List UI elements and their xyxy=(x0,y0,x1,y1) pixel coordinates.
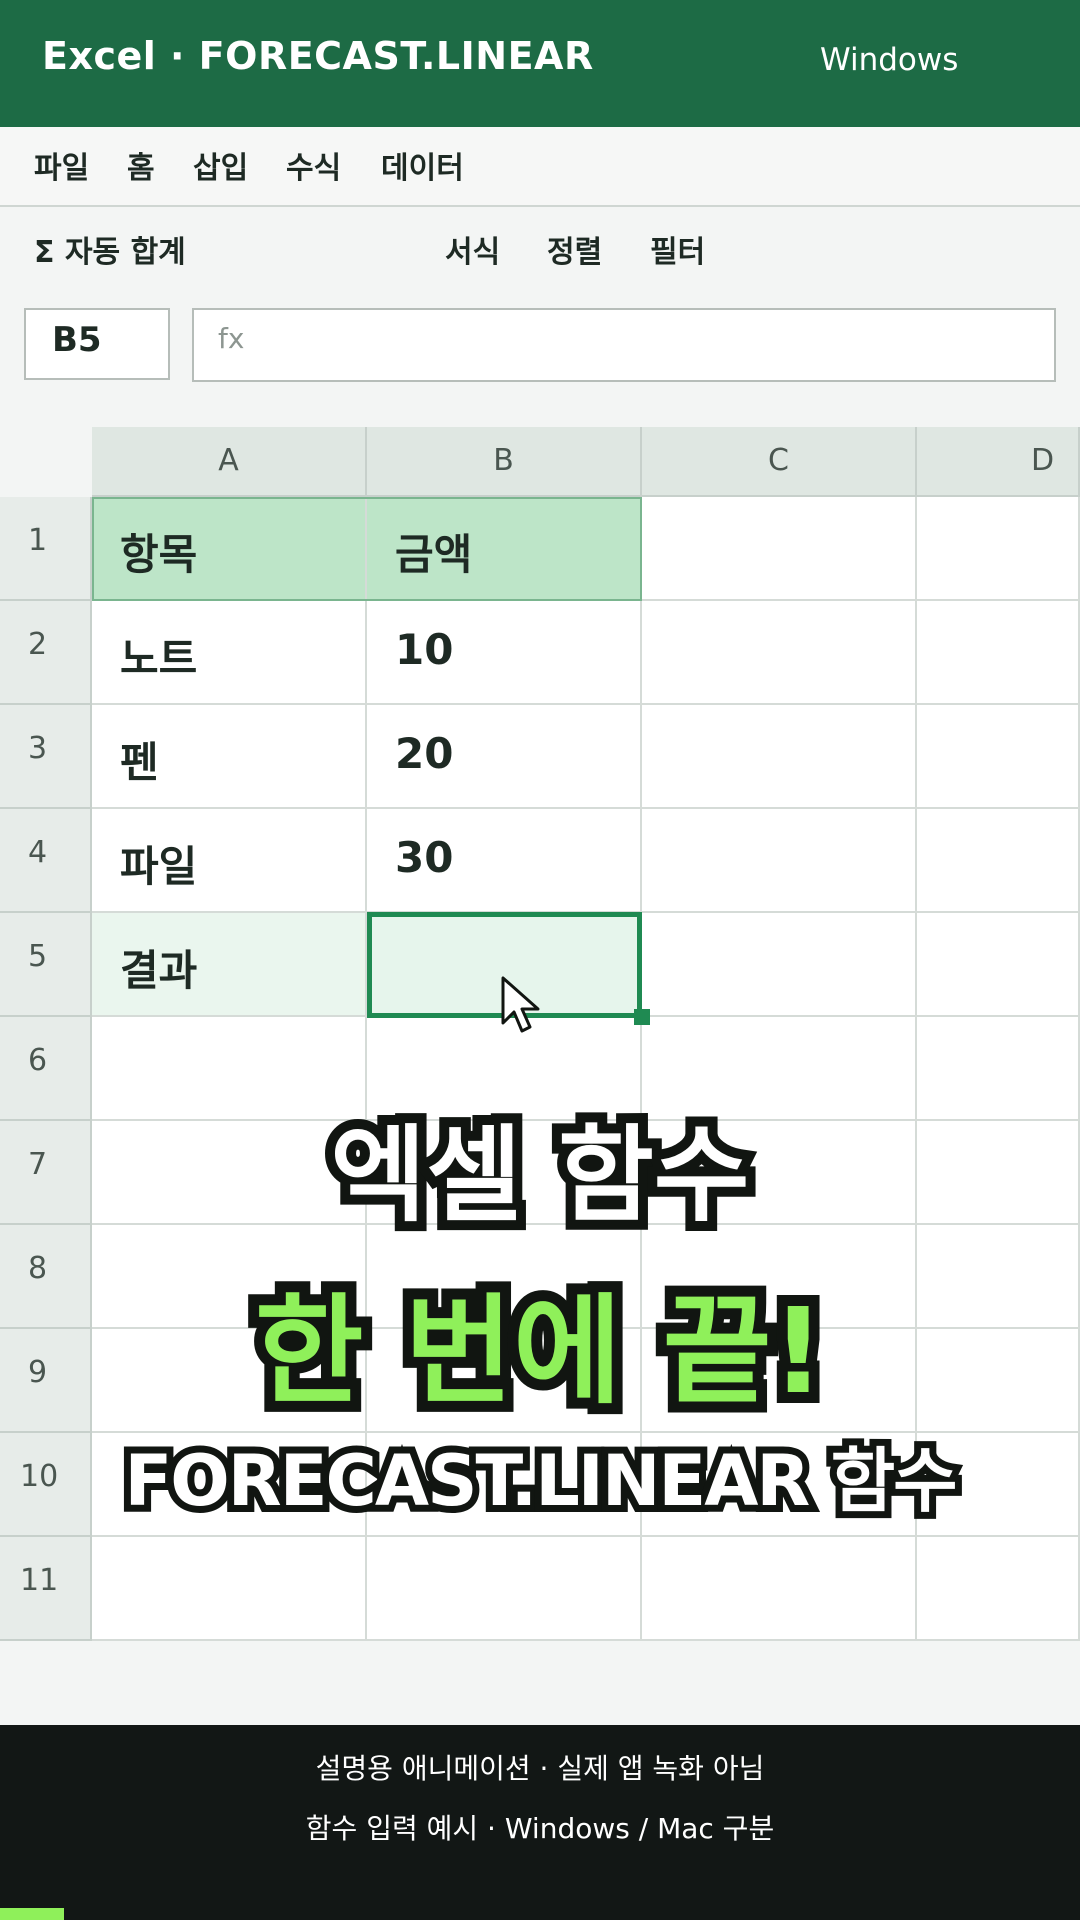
column-header-c[interactable]: C xyxy=(642,427,917,497)
menu-item-data[interactable]: 데이터 xyxy=(381,143,464,187)
cell-d3[interactable] xyxy=(917,705,1080,809)
cell-a5[interactable]: 결과 xyxy=(92,913,367,1017)
platform-label: Windows xyxy=(820,42,959,78)
footer-caption: 설명용 애니메이션 · 실제 앱 녹화 아님 함수 입력 예시 · Window… xyxy=(0,1725,1080,1920)
cell-c5[interactable] xyxy=(642,913,917,1017)
menu-item-insert[interactable]: 삽입 xyxy=(193,143,248,187)
sort-button[interactable]: 정렬 xyxy=(547,227,602,271)
filter-button[interactable]: 필터 xyxy=(650,227,705,271)
overlay-tagline: 한 번에 끝! xyxy=(244,1271,836,1431)
menu-item-file[interactable]: 파일 xyxy=(34,143,89,187)
cell-b2[interactable]: 10 xyxy=(367,601,642,705)
progress-bar xyxy=(0,1908,64,1920)
cell-a4[interactable]: 파일 xyxy=(92,809,367,913)
title-bar: Excel · FORECAST.LINEAR Windows xyxy=(0,0,1080,127)
ribbon: Σ 자동 합계 서식 정렬 필터 xyxy=(0,207,1080,287)
cell-c1[interactable] xyxy=(642,497,917,601)
app-title: Excel · FORECAST.LINEAR xyxy=(42,34,594,78)
column-header-d[interactable]: D xyxy=(917,427,1080,497)
cell-c2[interactable] xyxy=(642,601,917,705)
menu-item-home[interactable]: 홈 xyxy=(127,143,155,187)
menu-bar: 파일 홈 삽입 수식 데이터 xyxy=(0,127,1080,207)
cell-c3[interactable] xyxy=(642,705,917,809)
row-header-4[interactable]: 4 xyxy=(0,809,92,913)
cell-a2[interactable]: 노트 xyxy=(92,601,367,705)
row-header-5[interactable]: 5 xyxy=(0,913,92,1017)
cell-c4[interactable] xyxy=(642,809,917,913)
cell-b3[interactable]: 20 xyxy=(367,705,642,809)
column-header-b[interactable]: B xyxy=(367,427,642,497)
fill-handle[interactable] xyxy=(634,1009,650,1025)
cell-b4[interactable]: 30 xyxy=(367,809,642,913)
cell-c11[interactable] xyxy=(642,1537,917,1641)
cell-b11[interactable] xyxy=(367,1537,642,1641)
footer-disclaimer: 설명용 애니메이션 · 실제 앱 녹화 아님 xyxy=(315,1752,765,1785)
cell-d1[interactable] xyxy=(917,497,1080,601)
name-box[interactable]: B5 xyxy=(24,308,170,380)
format-button[interactable]: 서식 xyxy=(445,227,500,271)
cell-a3[interactable]: 펜 xyxy=(92,705,367,809)
overlay-headline: 엑셀 함수 xyxy=(321,1104,760,1246)
cell-d4[interactable] xyxy=(917,809,1080,913)
menu-item-formulas[interactable]: 수식 xyxy=(286,143,341,187)
cell-d11[interactable] xyxy=(917,1537,1080,1641)
cell-d2[interactable] xyxy=(917,601,1080,705)
autosum-button[interactable]: Σ 자동 합계 xyxy=(34,227,186,271)
row-header-2[interactable]: 2 xyxy=(0,601,92,705)
corner-cell xyxy=(0,427,92,497)
column-header-a[interactable]: A xyxy=(92,427,367,497)
row-header-3[interactable]: 3 xyxy=(0,705,92,809)
cell-d5[interactable] xyxy=(917,913,1080,1017)
row-header-1[interactable]: 1 xyxy=(0,497,92,601)
cell-a1[interactable]: 항목 xyxy=(92,497,367,601)
cell-b1[interactable]: 금액 xyxy=(367,497,642,601)
footer-note: 함수 입력 예시 · Windows / Mac 구분 xyxy=(305,1812,775,1845)
row-header-11[interactable]: 11 xyxy=(0,1537,92,1641)
fx-label: fx xyxy=(218,322,245,355)
formula-bar[interactable]: fx xyxy=(192,308,1056,382)
mouse-pointer-icon xyxy=(501,976,540,1033)
cell-a11[interactable] xyxy=(92,1537,367,1641)
overlay-function-name: FORECAST.LINEAR 함수 xyxy=(117,1433,964,1529)
